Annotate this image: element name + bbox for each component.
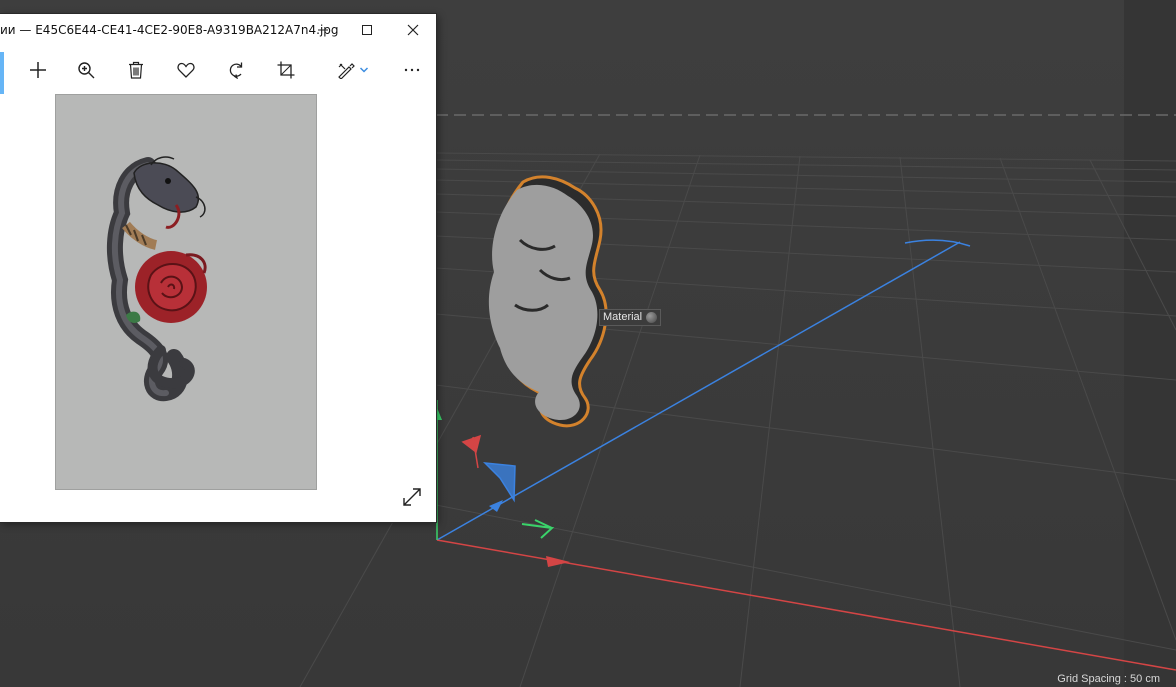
- title-bar[interactable]: ии — E45C6E44-CE41-4CE2-90E8-A9319BA212A…: [0, 14, 436, 46]
- add-button[interactable]: [26, 58, 50, 82]
- crop-button[interactable]: [274, 58, 298, 82]
- more-icon: [404, 68, 420, 72]
- expand-button[interactable]: [401, 486, 423, 508]
- material-ball-icon: [646, 312, 658, 323]
- minimize-icon: [318, 29, 328, 31]
- expand-icon: [403, 488, 421, 506]
- material-label: Material: [603, 311, 643, 323]
- zoom-button[interactable]: [74, 58, 98, 82]
- crop-icon: [277, 61, 295, 79]
- edit-button[interactable]: [334, 58, 358, 82]
- heart-icon: [177, 62, 195, 78]
- close-button[interactable]: [390, 14, 436, 46]
- delete-button[interactable]: [124, 58, 148, 82]
- viewer-toolbar: [0, 46, 436, 94]
- rotate-icon: [229, 62, 243, 79]
- photos-window: ии — E45C6E44-CE41-4CE2-90E8-A9319BA212A…: [0, 14, 436, 522]
- more-button[interactable]: [400, 58, 424, 82]
- rotate-button[interactable]: [224, 58, 248, 82]
- trash-icon: [129, 61, 143, 79]
- close-icon: [407, 24, 419, 36]
- edit-draw-icon: [338, 63, 355, 79]
- maximize-icon: [362, 25, 372, 35]
- minimize-button[interactable]: [300, 14, 346, 46]
- grid-spacing-label: Grid Spacing : 50 cm: [1057, 673, 1160, 685]
- toolbar-accent: [0, 52, 4, 94]
- material-tag[interactable]: Material: [599, 309, 662, 326]
- tattoo-image: [106, 156, 207, 402]
- maximize-button[interactable]: [344, 14, 390, 46]
- viewport-right-panel: [1124, 0, 1176, 687]
- add-icon: [30, 62, 46, 78]
- edit-dropdown-button[interactable]: [356, 58, 372, 82]
- zoom-in-icon: [78, 62, 95, 79]
- favorite-button[interactable]: [174, 58, 198, 82]
- photo-image[interactable]: [55, 94, 317, 490]
- window-title: ии — E45C6E44-CE41-4CE2-90E8-A9319BA212A…: [0, 23, 339, 37]
- chevron-down-icon: [359, 67, 369, 73]
